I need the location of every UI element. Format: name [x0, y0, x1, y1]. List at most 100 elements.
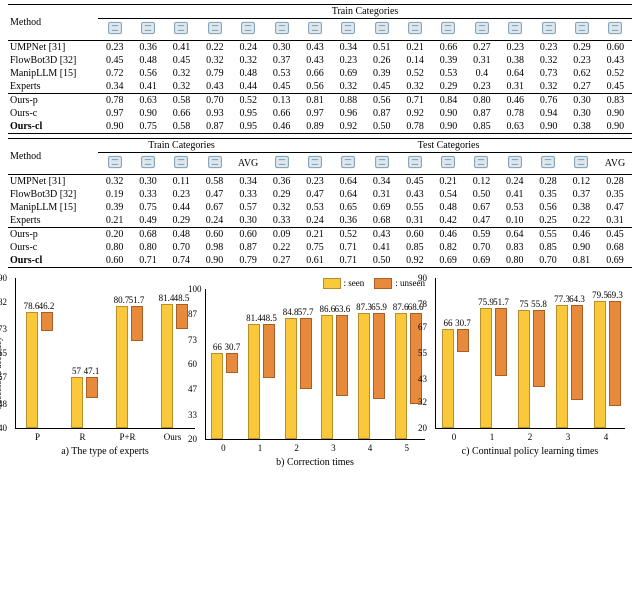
table-cell: 0.10 [498, 214, 531, 228]
table-cell: 0.47 [298, 188, 331, 201]
ytick: 90 [0, 273, 7, 283]
table-cell: 0.45 [398, 175, 431, 189]
table-cell: 0.32 [532, 80, 565, 94]
table-cell: 0.32 [165, 80, 198, 94]
bar-seen: 66 [211, 353, 223, 439]
table-cell: 0.68 [131, 228, 164, 242]
xtick: P+R [105, 432, 150, 442]
table-cell: 0.70 [531, 254, 564, 268]
table-cell: 0.92 [398, 254, 431, 268]
table-cell: 0.47 [465, 214, 498, 228]
method-header-2: Method [8, 139, 98, 175]
table-cell: 0.60 [198, 228, 231, 242]
table-cell: 0.66 [165, 107, 198, 120]
ytick: 65 [0, 348, 7, 358]
table-cell: 0.85 [531, 241, 564, 254]
bar-seen: 75.9 [480, 308, 492, 428]
bar-value: 86.6 [319, 304, 335, 314]
table-cell: 0.76 [532, 94, 565, 108]
table-cell: 0.20 [98, 228, 131, 242]
table-cell: 0.28 [531, 175, 564, 189]
bottle-icon [599, 19, 632, 41]
table-cell: 0.68 [598, 241, 632, 254]
table-cell: 0.50 [465, 188, 498, 201]
table-cell: 0.90 [198, 254, 231, 268]
ytick: 20 [418, 423, 427, 433]
ytick: 67 [418, 322, 427, 332]
table-cell: 0.36 [332, 214, 365, 228]
table-cell: 0.67 [465, 201, 498, 214]
table-cell: 0.31 [499, 80, 532, 94]
table-cell: 0.38 [565, 201, 598, 214]
table-cell: 0.23 [532, 41, 565, 55]
table-cell: 0.45 [599, 80, 632, 94]
table-cell: 0.31 [365, 188, 398, 201]
table-cell: 0.81 [565, 254, 598, 268]
table-cell: 0.30 [565, 94, 598, 108]
bar-seen: 75 [518, 310, 530, 428]
table-cell: 0.75 [131, 120, 164, 134]
bar-value: 55.8 [531, 299, 547, 309]
table-cell: 0.79 [198, 67, 231, 80]
table-cell: 0.35 [531, 188, 564, 201]
table-cell: 0.71 [332, 254, 365, 268]
table-cell: 0.39 [365, 67, 398, 80]
table-cell: 0.32 [265, 201, 298, 214]
table-cell: 0.90 [98, 120, 131, 134]
table-cell: 0.52 [232, 94, 265, 108]
bar-unseen: 51.7 [131, 306, 143, 341]
table-cell: 0.33 [265, 214, 298, 228]
table-cell: 0.95 [232, 107, 265, 120]
charts-row: Successful accuracy 4048576573829078.646… [10, 278, 630, 468]
table-cell: 0.58 [165, 94, 198, 108]
ytick: 87 [188, 309, 197, 319]
bar-value: 51.7 [493, 297, 509, 307]
table-cell: 0.56 [298, 80, 331, 94]
table-cell: 0.30 [265, 41, 298, 55]
table-cell: 0.57 [231, 201, 265, 214]
bar-value: 65.9 [371, 302, 387, 312]
table-cell: 0.09 [265, 228, 298, 242]
table-cell: 0.69 [465, 254, 498, 268]
trash-icon [298, 19, 331, 41]
bar-value: 87.6 [393, 302, 409, 312]
ytick: 43 [418, 374, 427, 384]
table-cell: 0.75 [298, 241, 331, 254]
table-cell: 0.63 [499, 120, 532, 134]
table-cell: 0.63 [131, 94, 164, 108]
ytick: 100 [188, 284, 202, 294]
table-cell: 0.70 [165, 241, 198, 254]
bar-unseen: 57.7 [300, 318, 312, 389]
table-cell: 0.83 [599, 94, 632, 108]
table-cell: 0.21 [432, 175, 465, 189]
method-name: Ours-p [8, 228, 98, 242]
method-name: ManipLLM [15] [8, 67, 98, 80]
table-cell: 0.36 [131, 41, 164, 55]
table-cell: 0.29 [565, 41, 598, 55]
table-cell: 0.33 [231, 188, 265, 201]
table-cell: 0.46 [499, 94, 532, 108]
table-cell: 0.45 [598, 228, 632, 242]
table-cell: 0.84 [432, 94, 465, 108]
method-name: UMPNet [31] [8, 41, 98, 55]
bar-unseen: 69.3 [609, 301, 621, 407]
kettle2-icon [398, 153, 431, 175]
table-cell: 0.27 [565, 80, 598, 94]
table-cell: 0.34 [332, 41, 365, 55]
table-cell: 0.23 [332, 54, 365, 67]
xtick: 1 [242, 443, 279, 453]
chart-b: : seen : unseen 2033476073871006630.781.… [205, 278, 425, 468]
results-table-2: Method Train Categories Test Categories … [8, 138, 632, 268]
method-name: UMPNet [31] [8, 175, 98, 189]
door-icon [131, 19, 164, 41]
cup-icon [398, 19, 431, 41]
chart-caption: a) The type of experts [15, 442, 195, 457]
table-cell: 0.31 [398, 214, 431, 228]
table-cell: 0.90 [432, 107, 465, 120]
table-cell: 0.58 [165, 120, 198, 134]
table-cell: 0.64 [332, 175, 365, 189]
phone-icon [565, 153, 598, 175]
table-cell: 0.69 [598, 254, 632, 268]
method-name: ManipLLM [15] [8, 201, 98, 214]
bar-seen: 84.8 [285, 318, 297, 440]
